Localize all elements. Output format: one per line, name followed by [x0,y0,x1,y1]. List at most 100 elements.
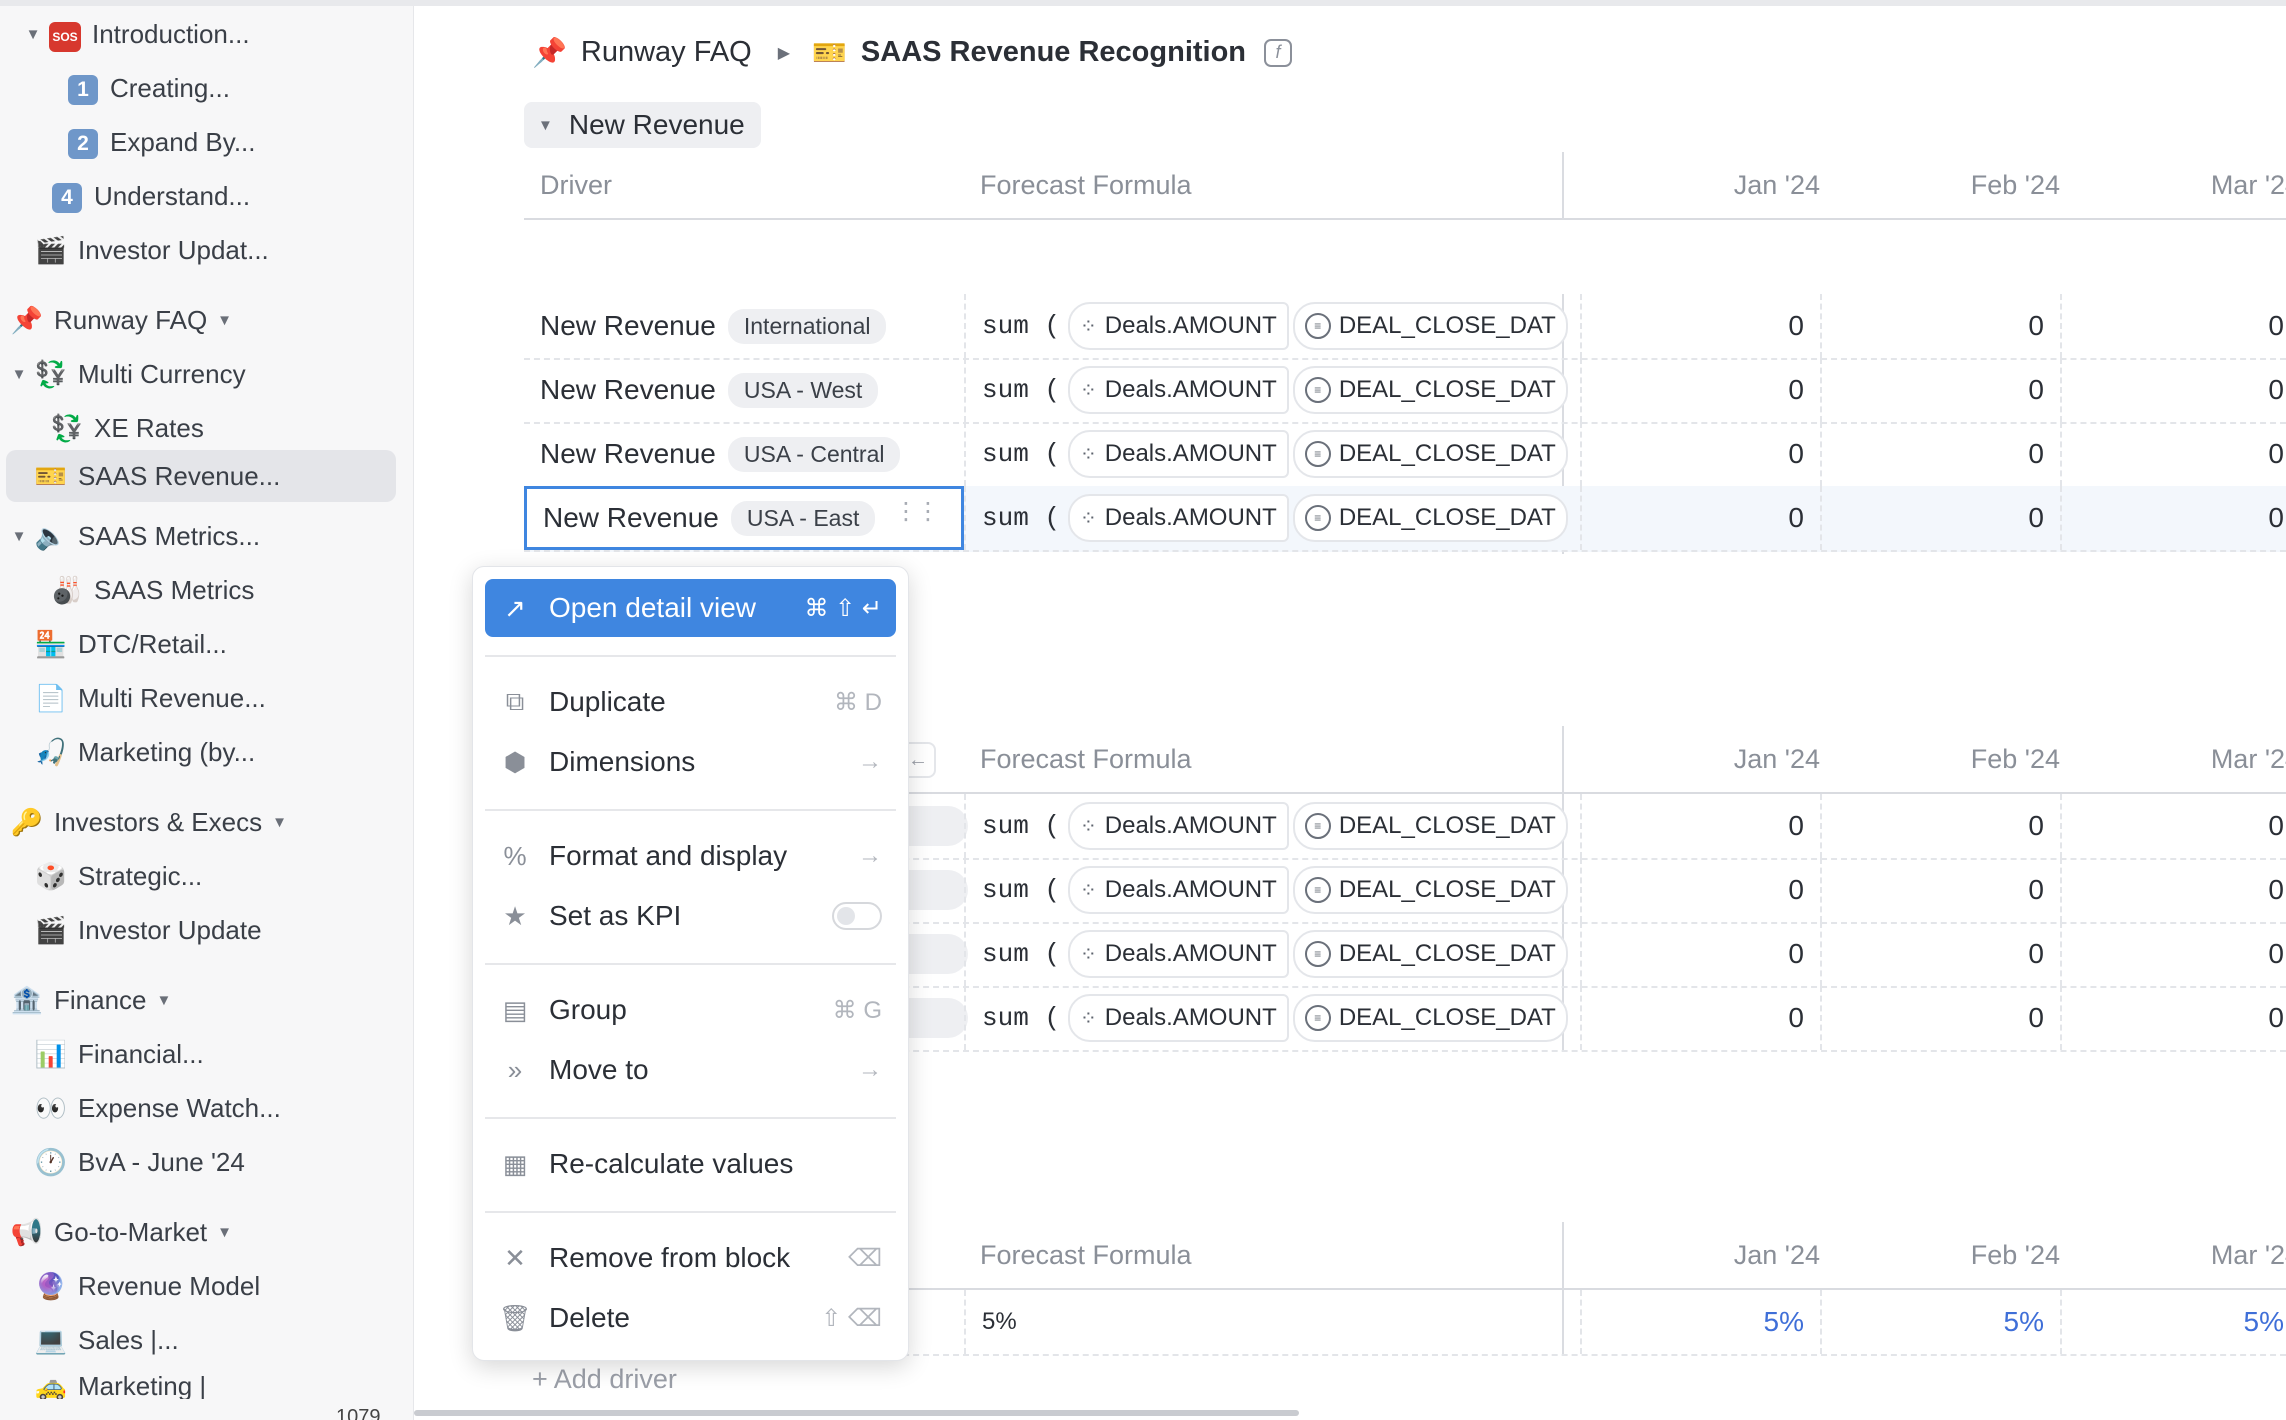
value-cell[interactable]: 0 [1580,486,1820,550]
sidebar-item-investor-update[interactable]: 🎬 Investor Update [32,907,262,953]
chevron-down-icon[interactable]: ▼ [272,814,287,831]
formula-pill-deals-amount[interactable]: ⁘ Deals.AMOUNT [1068,494,1289,542]
sidebar-item-dtc-retail[interactable]: 🏪 DTC/Retail... [32,621,227,667]
sidebar-item-multi-revenue[interactable]: 📄 Multi Revenue... [32,675,266,721]
menu-item-open-detail-view[interactable]: ↗ Open detail view ⌘ ⇧ ↵ [485,579,896,637]
value-cell[interactable]: 5% [1580,1290,1820,1354]
sidebar-item-creating[interactable]: 1 Creating... [64,65,230,111]
formula-pill-deals-amount[interactable]: ⁘ Deals.AMOUNT [1068,802,1289,850]
value-cell[interactable]: 0 [1820,922,2060,986]
value-cell[interactable]: 0 [2060,986,2286,1050]
chevron-down-icon[interactable]: ▼ [157,992,172,1009]
formula-cell[interactable]: sum (⁘ Deals.AMOUNT ≡ DEAL_CLOSE_DAT [964,858,1580,922]
table-row[interactable]: New Revenue USA - East sum (⁘ Deals.AMOUNT ≡… [524,486,2286,552]
value-cell[interactable]: 0 [2060,422,2286,486]
drag-handle-icon[interactable]: ⋮⋮ [894,500,940,524]
formula-pill-deals-amount[interactable]: ⁘ Deals.AMOUNT [1068,366,1289,414]
block-title[interactable]: ▼ New Revenue [524,102,761,148]
value-cell[interactable]: 0 [2060,486,2286,550]
formula-cell[interactable]: sum (⁘ Deals.AMOUNT ≡ DEAL_CLOSE_DAT [964,794,1580,858]
sidebar-item-xe-rates[interactable]: 💱 XE Rates [48,405,204,451]
value-cell[interactable]: 0 [1580,986,1820,1050]
table-row[interactable]: New Revenue USA - Central sum (⁘ Deals.AMOU… [524,422,2286,488]
sidebar-item-strategic[interactable]: 🎲 Strategic... [32,853,202,899]
sidebar-item-bva-june[interactable]: 🕐 BvA - June '24 [32,1139,245,1185]
sidebar-item-saas-revenue[interactable]: 🎫 SAAS Revenue... [6,450,396,502]
horizontal-scrollbar[interactable] [414,1410,1299,1416]
value-cell[interactable]: 0 [1580,794,1820,858]
formula-cell[interactable]: 5% [964,1290,1580,1354]
collapse-triangle-icon[interactable]: ▼ [8,528,30,545]
dimension-tag[interactable]: International [727,308,887,344]
breadcrumb-parent[interactable]: Runway FAQ [581,36,752,69]
sidebar-item-saas-metrics[interactable]: 🎳 SAAS Metrics [48,567,255,613]
driver-cell[interactable]: New Revenue USA - West [524,358,964,422]
sidebar-item-sales[interactable]: 💻 Sales |... [32,1317,179,1363]
collapse-triangle-icon[interactable]: ▼ [8,366,30,383]
sidebar-item-expense-watch[interactable]: 👀 Expense Watch... [32,1085,281,1131]
dimension-tag[interactable]: USA - West [727,372,879,408]
driver-cell[interactable]: New Revenue International [524,294,964,358]
sidebar-item-investor-updat[interactable]: 🎬 Investor Updat... [32,227,269,273]
value-cell[interactable]: 0 [1820,486,2060,550]
sidebar-item-financial[interactable]: 📊 Financial... [32,1031,204,1077]
menu-item-duplicate[interactable]: ⧉ Duplicate ⌘ D [485,673,896,731]
value-cell[interactable]: 0 [1820,986,2060,1050]
table-row[interactable]: New Revenue International sum (⁘ Deals.AMOU… [524,294,2286,360]
sidebar-item-saas-metrics-group[interactable]: ▼ 🔈 SAAS Metrics... [8,513,260,559]
formula-pill-deals-amount[interactable]: ⁘ Deals.AMOUNT [1068,302,1289,350]
formula-pill-deal-close-date[interactable]: ≡ DEAL_CLOSE_DAT [1292,866,1568,914]
menu-item-move-to[interactable]: » Move to → [485,1041,896,1099]
sidebar-item-marketing-by[interactable]: 🎣 Marketing (by... [32,729,255,775]
value-cell[interactable]: 0 [2060,922,2286,986]
value-cell[interactable]: 0 [1820,358,2060,422]
formula-cell[interactable]: sum (⁘ Deals.AMOUNT ≡ DEAL_CLOSE_DAT [964,358,1580,422]
value-cell[interactable]: 5% [1820,1290,2060,1354]
formula-pill-deals-amount[interactable]: ⁘ Deals.AMOUNT [1068,866,1289,914]
formula-cell[interactable]: sum (⁘ Deals.AMOUNT ≡ DEAL_CLOSE_DAT [964,486,1580,550]
formula-cell[interactable]: sum (⁘ Deals.AMOUNT ≡ DEAL_CLOSE_DAT [964,986,1580,1050]
kpi-toggle[interactable] [832,902,882,930]
formula-pill-deal-close-date[interactable]: ≡ DEAL_CLOSE_DAT [1292,302,1568,350]
collapse-triangle-icon[interactable]: ▼ [22,26,44,43]
sidebar-item-marketing[interactable]: 🚕 Marketing | [32,1371,206,1399]
menu-item-delete[interactable]: 🗑 Delete ⇧ ⌫ [485,1289,896,1347]
dimension-tag[interactable]: USA - Central [727,436,901,472]
formula-pill-deals-amount[interactable]: ⁘ Deals.AMOUNT [1068,430,1289,478]
menu-item-dimensions[interactable]: ⬢ Dimensions → [485,733,896,791]
value-cell[interactable]: 0 [2060,794,2286,858]
value-cell[interactable]: 5% [2060,1290,2286,1354]
formula-icon[interactable]: f [1264,38,1293,67]
value-cell[interactable]: 0 [1580,294,1820,358]
sidebar-item-revenue-model[interactable]: 🔮 Revenue Model [32,1263,260,1309]
value-cell[interactable]: 0 [1820,858,2060,922]
chevron-down-icon[interactable]: ▼ [217,312,232,329]
menu-item-format-and-display[interactable]: % Format and display → [485,827,896,885]
formula-pill-deals-amount[interactable]: ⁘ Deals.AMOUNT [1068,930,1289,978]
formula-cell[interactable]: sum (⁘ Deals.AMOUNT ≡ DEAL_CLOSE_DAT [964,422,1580,486]
menu-item-group[interactable]: ▤ Group ⌘ G [485,981,896,1039]
value-cell[interactable]: 0 [1580,422,1820,486]
value-cell[interactable]: 0 [1580,358,1820,422]
value-cell[interactable]: 0 [1820,422,2060,486]
menu-item-set-as-kpi[interactable]: ★ Set as KPI [485,887,896,945]
formula-pill-deal-close-date[interactable]: ≡ DEAL_CLOSE_DAT [1292,930,1568,978]
sidebar-item-introduction[interactable]: ▼ SOS Introduction... [22,11,250,57]
formula-cell[interactable]: sum (⁘ Deals.AMOUNT ≡ DEAL_CLOSE_DAT [964,922,1580,986]
value-cell[interactable]: 0 [1820,794,2060,858]
formula-pill-deal-close-date[interactable]: ≡ DEAL_CLOSE_DAT [1292,430,1568,478]
formula-pill-deal-close-date[interactable]: ≡ DEAL_CLOSE_DAT [1292,994,1568,1042]
driver-cell[interactable]: New Revenue USA - Central [524,422,964,486]
value-cell[interactable]: 0 [1580,922,1820,986]
menu-item-recalculate-values[interactable]: ▦ Re-calculate values [485,1135,896,1193]
formula-pill-deal-close-date[interactable]: ≡ DEAL_CLOSE_DAT [1292,802,1568,850]
sidebar-item-multi-currency[interactable]: ▼ 💱 Multi Currency [8,351,246,397]
formula-pill-deal-close-date[interactable]: ≡ DEAL_CLOSE_DAT [1292,494,1568,542]
sidebar-item-expand-by[interactable]: 2 Expand By... [64,119,256,165]
table-row[interactable]: New Revenue USA - West sum (⁘ Deals.AMOUNT ≡… [524,358,2286,424]
sidebar-section-investors-execs[interactable]: 🔑 Investors & Execs ▼ [8,799,287,845]
formula-cell[interactable]: sum (⁘ Deals.AMOUNT ≡ DEAL_CLOSE_DAT [964,294,1580,358]
collapse-triangle-icon[interactable]: ▼ [538,117,553,134]
value-cell[interactable]: 0 [2060,294,2286,358]
dimension-tag[interactable]: USA - East [730,500,876,536]
